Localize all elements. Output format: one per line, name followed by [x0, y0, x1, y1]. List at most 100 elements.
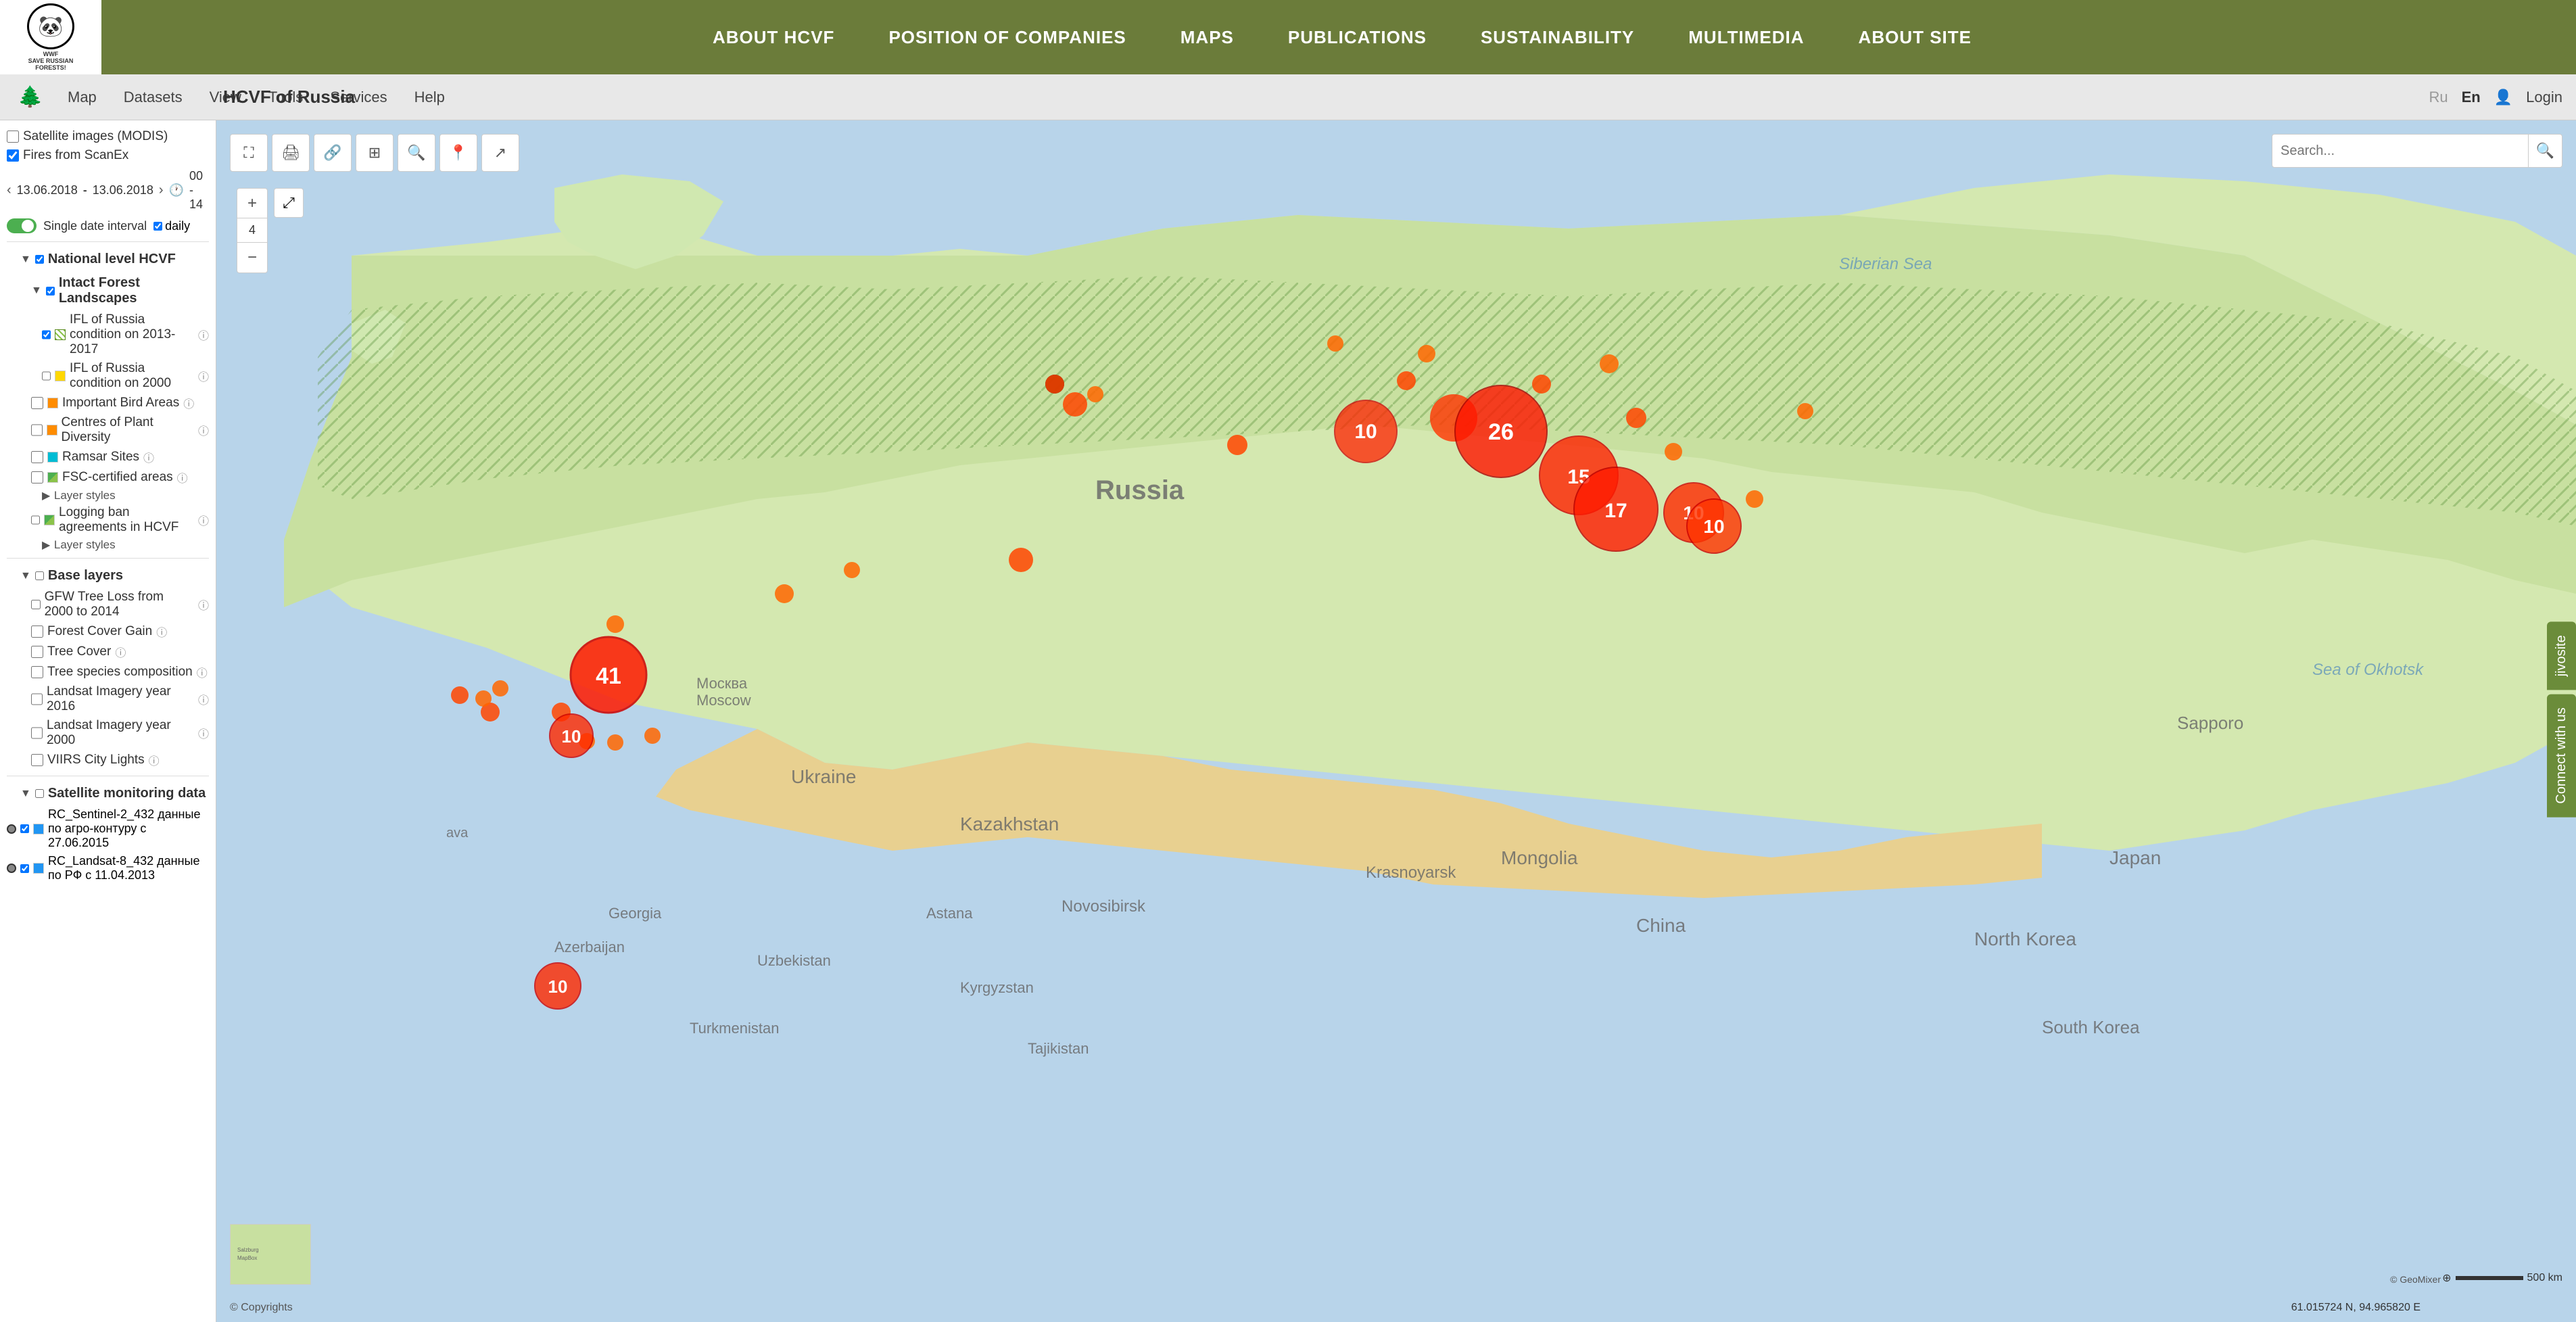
landsat-2016-info[interactable]: ⓘ: [198, 691, 209, 707]
daily-check: daily: [153, 219, 190, 233]
landsat-2016-row: Landsat Imagery year 2016 ⓘ: [7, 682, 209, 716]
ifl-2013-info[interactable]: ⓘ: [198, 327, 209, 343]
green-tree-icon: 🌲: [14, 80, 47, 114]
nav-maps[interactable]: MAPS: [1180, 20, 1234, 55]
intact-forest-checkbox[interactable]: [46, 287, 55, 296]
fit-map-button[interactable]: ⤢: [274, 188, 304, 218]
ramsar-info[interactable]: ⓘ: [143, 449, 154, 465]
rc-sentinel-checkbox[interactable]: [20, 824, 29, 833]
fsc-color: [47, 472, 58, 483]
base-layers-header[interactable]: ▼ Base layers: [7, 564, 209, 588]
svg-text:Sea of Okhotsk: Sea of Okhotsk: [2312, 661, 2425, 679]
date-prev-button[interactable]: ‹: [7, 183, 11, 198]
date-separator: -: [83, 183, 87, 197]
satellite-monitoring-checkbox[interactable]: [35, 789, 44, 798]
wwf-logo[interactable]: 🐼 WWFSAVE RUSSIAN FORESTS!: [0, 0, 101, 74]
fsc-checkbox[interactable]: [31, 471, 43, 483]
nav-about-hcvf[interactable]: ABOUT HCVF: [713, 20, 834, 55]
satellite-modis-label: Satellite images (MODIS): [23, 129, 168, 144]
gfw-checkbox[interactable]: [31, 598, 41, 611]
fsc-info[interactable]: ⓘ: [177, 469, 188, 486]
scale-line: [2456, 1276, 2523, 1280]
ifl-2000-color: [55, 371, 66, 381]
viirs-info[interactable]: ⓘ: [149, 752, 160, 768]
layer-styles-2-label[interactable]: Layer styles: [54, 537, 116, 552]
satellite-modis-row: Satellite images (MODIS): [7, 127, 209, 146]
share-button[interactable]: ↗: [481, 134, 519, 172]
layer-styles-2-toggle[interactable]: ▶: [42, 540, 50, 551]
search-input[interactable]: [2272, 134, 2529, 168]
zoom-out-button[interactable]: −: [237, 243, 267, 273]
scale-bar: ⊕ 500 km: [2442, 1271, 2562, 1285]
nav-multimedia[interactable]: MULTIMEDIA: [1688, 20, 1804, 55]
rc-landsat-checkbox[interactable]: [20, 864, 29, 873]
logging-ban-checkbox[interactable]: [31, 514, 40, 526]
date-next-button[interactable]: ›: [159, 183, 164, 198]
tree-species-checkbox[interactable]: [31, 666, 43, 678]
identify-button[interactable]: 🔍: [398, 134, 435, 172]
forest-gain-info[interactable]: ⓘ: [156, 623, 167, 640]
ifl-2000-checkbox[interactable]: [42, 370, 51, 382]
landsat-2000-info[interactable]: ⓘ: [198, 725, 209, 741]
rc-landsat-color: [33, 863, 44, 874]
single-date-toggle[interactable]: [7, 218, 37, 233]
ifl-2013-checkbox[interactable]: [42, 329, 51, 341]
satellite-monitoring-header[interactable]: ▼ Satellite monitoring data: [7, 782, 209, 805]
layer-styles-1-toggle[interactable]: ▶: [42, 490, 50, 502]
viirs-checkbox[interactable]: [31, 754, 43, 766]
plant-diversity-info[interactable]: ⓘ: [198, 422, 209, 438]
pin-button[interactable]: 📍: [439, 134, 477, 172]
grid-button[interactable]: ⊞: [356, 134, 393, 172]
bird-areas-checkbox[interactable]: [31, 397, 43, 409]
minimap[interactable]: Salzburg MapBox: [230, 1224, 311, 1285]
toolbar-menu-datasets[interactable]: Datasets: [117, 85, 189, 110]
satellite-modis-checkbox[interactable]: [7, 131, 19, 143]
zoom-in-button[interactable]: +: [237, 189, 267, 218]
toolbar-logo[interactable]: 🌲: [14, 80, 47, 114]
jivosite-tab[interactable]: jivosite: [2547, 621, 2576, 690]
tree-species-info[interactable]: ⓘ: [197, 664, 208, 680]
bird-areas-info[interactable]: ⓘ: [183, 395, 194, 411]
plant-diversity-checkbox[interactable]: [31, 424, 43, 436]
tree-cover-checkbox[interactable]: [31, 646, 43, 658]
gfw-label: GFW Tree Loss from 2000 to 2014: [45, 590, 194, 619]
national-hcvf-header[interactable]: ▼ National level HCVF: [7, 247, 209, 271]
nav-about-site[interactable]: ABOUT SITE: [1859, 20, 1972, 55]
daily-checkbox[interactable]: [153, 222, 162, 231]
connect-with-us-tab[interactable]: Connect with us: [2547, 694, 2576, 817]
gfw-info[interactable]: ⓘ: [198, 596, 209, 613]
svg-text:Ukraine: Ukraine: [791, 766, 856, 787]
lang-en[interactable]: En: [2462, 89, 2481, 106]
nav-sustainability[interactable]: SUSTAINABILITY: [1481, 20, 1634, 55]
forest-gain-checkbox[interactable]: [31, 625, 43, 638]
intact-forest-header[interactable]: ▼ Intact Forest Landscapes: [7, 271, 209, 310]
forest-gain-label: Forest Cover Gain: [47, 624, 152, 639]
nav-publications[interactable]: PUBLICATIONS: [1288, 20, 1427, 55]
logging-ban-info[interactable]: ⓘ: [198, 512, 209, 528]
fires-scanex-checkbox[interactable]: [7, 149, 19, 162]
landsat-2000-checkbox[interactable]: [31, 727, 43, 739]
toolbar-menu-map[interactable]: Map: [61, 85, 103, 110]
login-button[interactable]: Login: [2526, 89, 2562, 106]
layer-styles-1-label[interactable]: Layer styles: [54, 488, 116, 503]
top-navigation: 🐼 WWFSAVE RUSSIAN FORESTS! ABOUT HCVF PO…: [0, 0, 2576, 74]
lang-ru[interactable]: Ru: [2429, 89, 2448, 106]
ramsar-row: Ramsar Sites ⓘ: [7, 447, 209, 467]
fullscreen-map-button[interactable]: ⛶: [230, 134, 268, 172]
rc-landsat-label: RC_Landsat-8_432 данные по РФ с 11.04.20…: [48, 854, 209, 882]
national-hcvf-checkbox[interactable]: [35, 255, 44, 264]
ifl-2000-info[interactable]: ⓘ: [198, 368, 209, 384]
user-icon: 👤: [2494, 89, 2512, 106]
ramsar-checkbox[interactable]: [31, 451, 43, 463]
landsat-2016-checkbox[interactable]: [31, 693, 43, 705]
svg-text:Mongolia: Mongolia: [1501, 847, 1578, 868]
tree-cover-info[interactable]: ⓘ: [115, 644, 126, 660]
print-button[interactable]: 🖨: [272, 134, 310, 172]
link-button[interactable]: 🔗: [314, 134, 352, 172]
search-button[interactable]: 🔍: [2529, 134, 2562, 168]
toolbar-menu-help[interactable]: Help: [408, 85, 452, 110]
nav-position-companies[interactable]: POSITION OF COMPANIES: [888, 20, 1126, 55]
base-layers-checkbox[interactable]: [35, 571, 44, 580]
map-area[interactable]: Russia Ukraine Kazakhstan Mongolia China…: [216, 120, 2576, 1322]
time-range: 00 - 14: [189, 169, 209, 212]
